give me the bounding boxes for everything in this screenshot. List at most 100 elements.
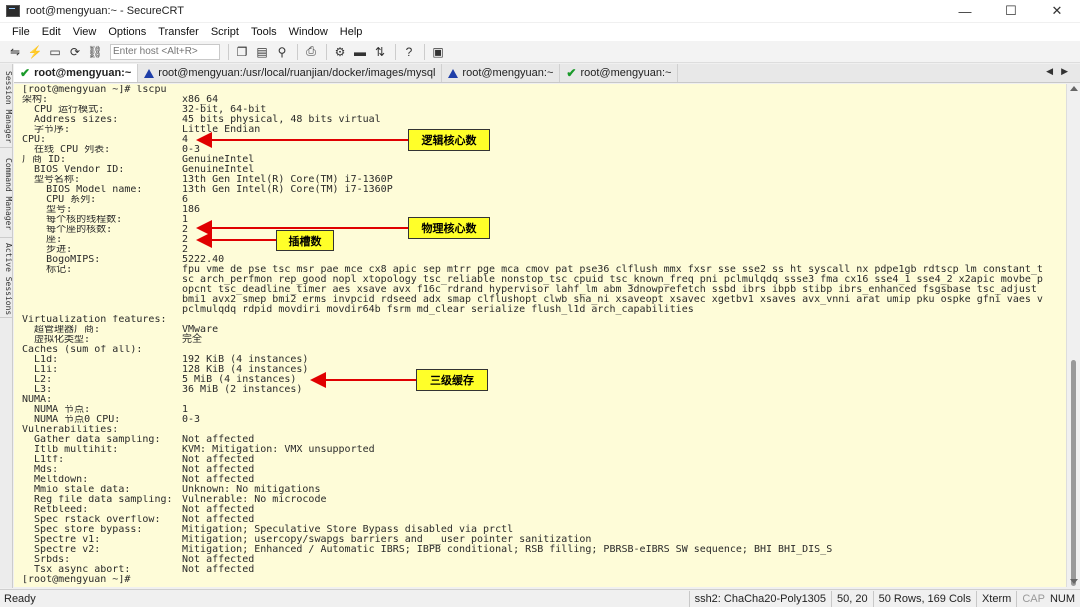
terminal-line-value: pclmulqdq rdpid movdiri movdir64b fsrm m… xyxy=(182,304,694,315)
terminal-line: 厂商 ID: GenuineIntel xyxy=(22,155,1043,165)
terminal-line: L1d: 192 KiB (4 instances) xyxy=(22,355,1043,365)
annotation-sockets: 插槽数 xyxy=(276,230,334,251)
terminal-line-key: Meltdown: xyxy=(22,475,89,485)
sidebar: Session Manager Command Manager Active S… xyxy=(0,64,13,588)
terminal-line-key: Address sizes: xyxy=(22,115,119,125)
tab-scroll-arrows-icon[interactable]: ◀▶ xyxy=(1046,66,1076,77)
terminal-line-key: NUMA 节点: xyxy=(22,405,91,415)
warning-triangle-icon xyxy=(144,68,155,78)
session-tab[interactable]: root@mengyuan:~ xyxy=(442,64,561,82)
terminal-line-value: 0-3 xyxy=(182,414,201,425)
status-terminal-type: Xterm xyxy=(975,590,1016,607)
toolbar-divider xyxy=(297,43,298,60)
terminal-line-key: 每个核的线程数: xyxy=(22,215,123,225)
terminal-line: NUMA: xyxy=(22,395,1043,405)
terminal-line: pclmulqdq rdpid movdiri movdir64b fsrm m… xyxy=(22,305,1043,315)
menu-transfer[interactable]: Transfer xyxy=(152,26,205,38)
terminal-line: BIOS Model name: 13th Gen Intel(R) Core(T… xyxy=(22,185,1043,195)
terminal-line: Address sizes: 45 bits physical, 48 bits … xyxy=(22,115,1043,125)
terminal-line-key: CPU 运行模式: xyxy=(22,105,105,115)
help-icon[interactable]: ? xyxy=(400,43,418,61)
terminal-line: 每个核的线程数: 1 xyxy=(22,215,1043,225)
session-tab[interactable]: root@mengyuan:/usr/local/ruanjian/docker… xyxy=(138,64,443,82)
about-icon[interactable]: ▣ xyxy=(429,43,447,61)
terminal-line: Srbds: Not affected xyxy=(22,555,1043,565)
vertical-scrollbar[interactable] xyxy=(1066,84,1080,587)
terminal-line-key: BIOS Vendor ID: xyxy=(22,165,125,175)
menu-script[interactable]: Script xyxy=(205,26,245,38)
minimize-button[interactable]: — xyxy=(942,0,988,22)
print-icon[interactable]: ⎙ xyxy=(302,43,320,61)
active-sessions-tab[interactable]: Active Sessions xyxy=(0,242,13,318)
terminal-line-key: Reg file data sampling: xyxy=(22,495,173,505)
annotation-physical-cores: 物理核心数 xyxy=(408,217,490,239)
terminal-line-key: [root@mengyuan ~]# xyxy=(22,575,137,585)
disconnect-icon[interactable]: ⛓ xyxy=(86,43,104,61)
menu-tools[interactable]: Tools xyxy=(245,26,283,38)
terminal-line-value: 13th Gen Intel(R) Core(TM) i7-1360P xyxy=(182,184,393,195)
quick-connect-icon[interactable]: ⚡ xyxy=(26,43,44,61)
terminal-lines: [root@mengyuan ~]# lscpu 架构: x86_64 CPU 运行… xyxy=(22,85,1043,585)
command-manager-tab[interactable]: Command Manager xyxy=(0,152,13,238)
terminal-line-key: 在线 CPU 列表: xyxy=(22,145,111,155)
connect-icon[interactable]: ⇋ xyxy=(6,43,24,61)
terminal-line-key: Spec store bypass: xyxy=(22,525,143,535)
scroll-down-icon[interactable] xyxy=(1070,579,1078,584)
terminal-line-key: 虚拟化类型: xyxy=(22,335,91,345)
toolbar: ⇋ ⚡ ▭ ⟳ ⛓ ❐ ▤ ⚲ ⎙ ⚙ ▬ ⇅ ? ▣ xyxy=(0,41,1080,63)
terminal-output[interactable]: [root@mengyuan ~]# lscpu 架构: x86_64 CPU 运行… xyxy=(14,84,1066,587)
menu-view[interactable]: View xyxy=(67,26,103,38)
terminal-line-key: Virtualization features: xyxy=(22,315,167,325)
terminal-line: Tsx async abort: Not affected xyxy=(22,565,1043,575)
status-ready: Ready xyxy=(4,592,36,605)
terminal-line-key: Srbds: xyxy=(22,555,71,565)
terminal-line: Meltdown: Not affected xyxy=(22,475,1043,485)
find-icon[interactable]: ⚲ xyxy=(273,43,291,61)
connect-tab-icon[interactable]: ▭ xyxy=(46,43,64,61)
tab-label: root@mengyuan:/usr/local/ruanjian/docker… xyxy=(158,67,436,79)
session-tab-bar: ✔ root@mengyuan:~ root@mengyuan:/usr/loc… xyxy=(14,64,1080,83)
terminal-line-key: Spectre v2: xyxy=(22,545,101,555)
terminal-line-key: CPU: xyxy=(22,135,47,145)
terminal-line: CPU: 4 xyxy=(22,135,1043,145)
session-manager-tab[interactable]: Session Manager xyxy=(0,68,13,148)
copy-icon[interactable]: ❐ xyxy=(233,43,251,61)
paste-icon[interactable]: ▤ xyxy=(253,43,271,61)
menu-options[interactable]: Options xyxy=(102,26,152,38)
terminal-line: Gather data sampling: Not affected xyxy=(22,435,1043,445)
terminal-line: 虚拟化类型: 完全 xyxy=(22,335,1043,345)
scroll-up-icon[interactable] xyxy=(1070,86,1078,91)
connected-check-icon: ✔ xyxy=(566,66,577,80)
terminal-line-key: Mmio stale data: xyxy=(22,485,131,495)
maximize-button[interactable]: ☐ xyxy=(988,0,1034,22)
securecrt-app-icon xyxy=(6,5,20,17)
terminal-line-key: 步进: xyxy=(22,245,73,255)
menu-help[interactable]: Help xyxy=(334,26,369,38)
close-button[interactable]: ✕ xyxy=(1034,0,1080,22)
title-bar: root@mengyuan:~ - SecureCRT — ☐ ✕ xyxy=(0,0,1080,22)
terminal-line: CPU 运行模式: 32-bit, 64-bit xyxy=(22,105,1043,115)
menu-window[interactable]: Window xyxy=(283,26,334,38)
enter-host-input[interactable] xyxy=(110,43,220,60)
terminal-line-key: L1tf: xyxy=(22,455,65,465)
terminal-line-key xyxy=(22,305,182,315)
terminal-line: 步进: 2 xyxy=(22,245,1043,255)
session-tab[interactable]: ✔ root@mengyuan:~ xyxy=(14,64,139,82)
terminal-line: Spec rstack overflow: Not affected xyxy=(22,515,1043,525)
session-tab[interactable]: ✔ root@mengyuan:~ xyxy=(560,64,679,82)
sftp-icon[interactable]: ⇅ xyxy=(371,43,389,61)
terminal-line-value: Not affected xyxy=(182,564,255,575)
terminal-line-key: Itlb multihit: xyxy=(22,445,119,455)
keymap-icon[interactable]: ▬ xyxy=(351,43,369,61)
terminal-line-key: 型号名称: xyxy=(22,175,81,185)
menu-file[interactable]: File xyxy=(6,26,36,38)
terminal-line: Mmio stale data: Unknown: No mitigations xyxy=(22,485,1043,495)
terminal-line: Spectre v2: Mitigation; Enhanced / Automa… xyxy=(22,545,1043,555)
terminal-line-key: Spectre v1: xyxy=(22,535,101,545)
settings-gear-icon[interactable]: ⚙ xyxy=(331,43,349,61)
reconnect-icon[interactable]: ⟳ xyxy=(66,43,84,61)
menu-edit[interactable]: Edit xyxy=(36,26,67,38)
scroll-thumb[interactable] xyxy=(1071,360,1076,586)
status-num-lock: NUM xyxy=(1049,592,1075,605)
terminal-line-key xyxy=(22,275,182,285)
